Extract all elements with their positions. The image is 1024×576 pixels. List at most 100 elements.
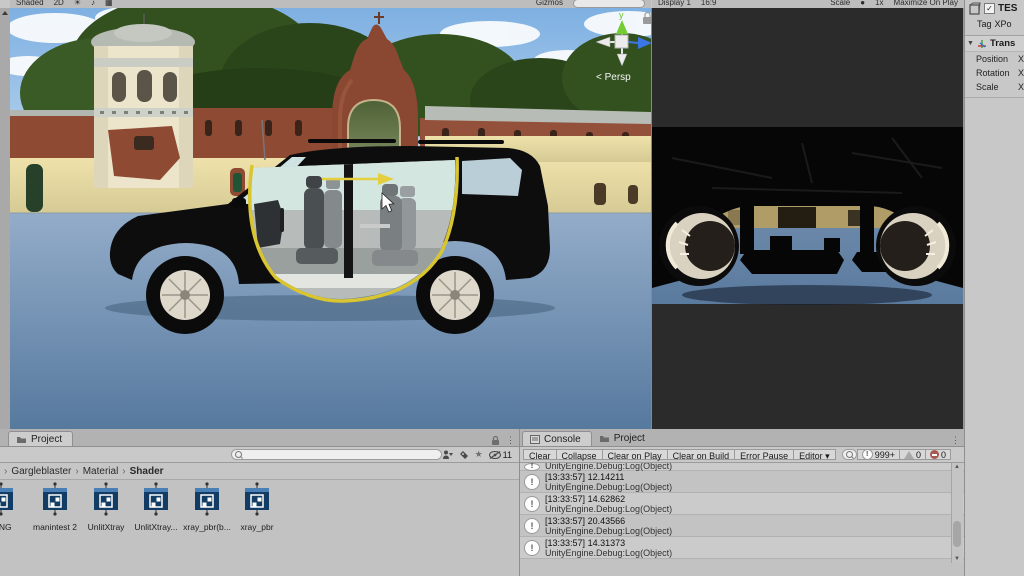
shading-mode-dropdown[interactable]: Shaded <box>16 0 44 8</box>
search-by-label-icon[interactable] <box>459 450 469 460</box>
console-icon <box>530 435 540 444</box>
search-icon <box>846 451 853 458</box>
folder-icon <box>599 434 610 443</box>
log-info-icon: ! <box>524 474 540 490</box>
asset-item[interactable]: UnlitXtray... <box>131 482 181 532</box>
scene-lock-icon[interactable] <box>643 17 651 24</box>
game-right-wheel <box>876 206 956 286</box>
maximize-on-play-toggle[interactable]: Maximize On Play <box>894 0 958 8</box>
scrollbar-thumb[interactable] <box>953 521 961 547</box>
save-search-star-icon[interactable]: ★ <box>475 449 483 460</box>
shader-asset-icon <box>244 482 270 516</box>
gizmo-y-label: y <box>619 10 624 20</box>
scroll-down-icon[interactable]: ▼ <box>954 556 960 562</box>
asset-item[interactable]: UnlitXtray <box>81 482 131 532</box>
transform-title: Trans <box>990 38 1015 49</box>
panel-menu-icon[interactable]: ⋮ <box>506 435 515 446</box>
shader-asset-icon <box>0 482 14 516</box>
tab-project-secondary[interactable]: Project <box>592 431 655 446</box>
gizmo-center-cube[interactable] <box>615 35 628 48</box>
tag-label: Tag <box>977 19 992 29</box>
project-search-input[interactable] <box>231 449 442 460</box>
effects-dropdown-icon[interactable]: ▦ <box>105 0 113 8</box>
collapse-button[interactable]: Collapse <box>556 449 602 460</box>
tag-dropdown[interactable]: XPo <box>995 19 1012 29</box>
expand-arrow-icon[interactable] <box>2 11 8 15</box>
log-entry[interactable]: ! [13:33:57] 12.14211 UnityEngine.Debug:… <box>520 471 964 493</box>
asset-item[interactable]: manintest 2 <box>30 482 80 532</box>
log-info-icon: ! <box>524 540 540 556</box>
error-pause-button[interactable]: Error Pause <box>734 449 793 460</box>
log-info-icon: ! <box>524 518 540 534</box>
asset-item[interactable]: xray_pbr <box>232 482 282 532</box>
transform-scale-row: Scale X <box>965 80 1024 94</box>
active-checkbox[interactable]: ✓ <box>984 3 995 14</box>
scene-view[interactable]: y z < Persp <box>10 8 652 429</box>
clear-on-play-button[interactable]: Clear on Play <box>602 449 667 460</box>
lighting-toggle-icon[interactable]: ☀ <box>74 0 81 8</box>
editor-dropdown[interactable]: Editor ▾ <box>793 449 836 460</box>
clear-on-build-button[interactable]: Clear on Build <box>667 449 735 460</box>
shader-asset-icon <box>42 482 68 516</box>
2d-toggle[interactable]: 2D <box>54 0 64 8</box>
scene-3d-render: y z < Persp <box>10 8 651 429</box>
clear-button[interactable]: Clear <box>523 449 556 460</box>
display-dropdown[interactable]: Display 1 <box>658 0 691 8</box>
error-icon <box>930 450 939 459</box>
search-by-type-icon[interactable] <box>442 449 453 460</box>
perspective-label[interactable]: < Persp <box>596 72 631 83</box>
info-count-badge[interactable]: ! 999+ <box>857 449 900 460</box>
transform-header[interactable]: ▼ Trans <box>965 35 1024 52</box>
lock-icon[interactable] <box>491 436 500 446</box>
scale-label: Scale <box>976 82 999 92</box>
console-panel: Console Project ⋮ Clear Collapse Clear o… <box>519 429 964 576</box>
log-entry[interactable]: ! [13:33:57] 14.31373 UnityEngine.Debug:… <box>520 537 964 559</box>
console-scrollbar[interactable]: ▲ ▼ <box>951 463 963 563</box>
hidden-count-toggle[interactable]: 11 <box>489 450 512 460</box>
asset-grid: NING manintest 2 <box>0 482 519 542</box>
asset-item[interactable]: NING <box>0 482 26 532</box>
breadcrumb-folder[interactable]: Material <box>83 466 119 477</box>
scale-value: 1x <box>875 0 883 8</box>
position-x-field[interactable]: X <box>1018 54 1024 64</box>
breadcrumb-current: Shader <box>130 466 164 477</box>
front-wheel <box>160 270 210 320</box>
log-entry-partial[interactable]: ! UnityEngine.Debug:Log(Object) <box>520 463 964 471</box>
log-entry[interactable]: ! [13:33:57] 14.62862 UnityEngine.Debug:… <box>520 493 964 515</box>
shader-asset-icon <box>93 482 119 516</box>
scene-search-input[interactable] <box>573 0 645 8</box>
game-view[interactable] <box>652 8 964 429</box>
inspector-panel: ✓ TES Tag XPo ▼ Trans Position X Rotatio… <box>964 0 1024 576</box>
transform-icon <box>977 39 987 49</box>
transform-position-row: Position X <box>965 52 1024 66</box>
gizmos-dropdown[interactable]: Gizmos <box>536 0 563 8</box>
console-search-input[interactable] <box>842 449 857 460</box>
warning-count-badge[interactable]: 0 <box>900 449 926 460</box>
console-log-list[interactable]: ! UnityEngine.Debug:Log(Object) ! [13:33… <box>520 463 964 576</box>
tab-project[interactable]: Project <box>8 431 73 446</box>
rear-wheel <box>430 270 480 320</box>
audio-toggle-icon[interactable]: ♪ <box>91 0 95 8</box>
scale-slider[interactable]: ● <box>860 0 865 8</box>
log-entry[interactable]: ! [13:33:57] 20.43566 UnityEngine.Debug:… <box>520 515 964 537</box>
project-panel: Project ⋮ ★ <box>0 429 519 576</box>
error-count-badge[interactable]: 0 <box>926 449 951 460</box>
search-icon <box>235 451 242 458</box>
tab-console[interactable]: Console <box>522 431 592 446</box>
asset-item[interactable]: xray_pbr(b... <box>182 482 232 532</box>
breadcrumb-folder[interactable]: Gargleblaster <box>11 466 71 477</box>
aspect-dropdown[interactable]: 16:9 <box>701 0 717 8</box>
game-left-wheel <box>659 206 739 286</box>
folder-icon <box>16 435 27 444</box>
shader-asset-icon <box>194 482 220 516</box>
foldout-arrow-icon[interactable]: ▼ <box>967 40 974 47</box>
rotation-label: Rotation <box>976 68 1010 78</box>
gameobject-name[interactable]: TES <box>998 3 1017 14</box>
scroll-up-icon[interactable]: ▲ <box>954 464 960 470</box>
eye-icon <box>489 451 501 459</box>
gameobject-cube-icon <box>968 2 981 15</box>
scale-x-field[interactable]: X <box>1018 82 1024 92</box>
unity-editor-window: Shaded 2D ☀ ♪ ▦ Gizmos Display 1 16:9 Sc… <box>0 0 1024 576</box>
rotation-x-field[interactable]: X <box>1018 68 1024 78</box>
console-menu-icon[interactable]: ⋮ <box>951 435 960 446</box>
